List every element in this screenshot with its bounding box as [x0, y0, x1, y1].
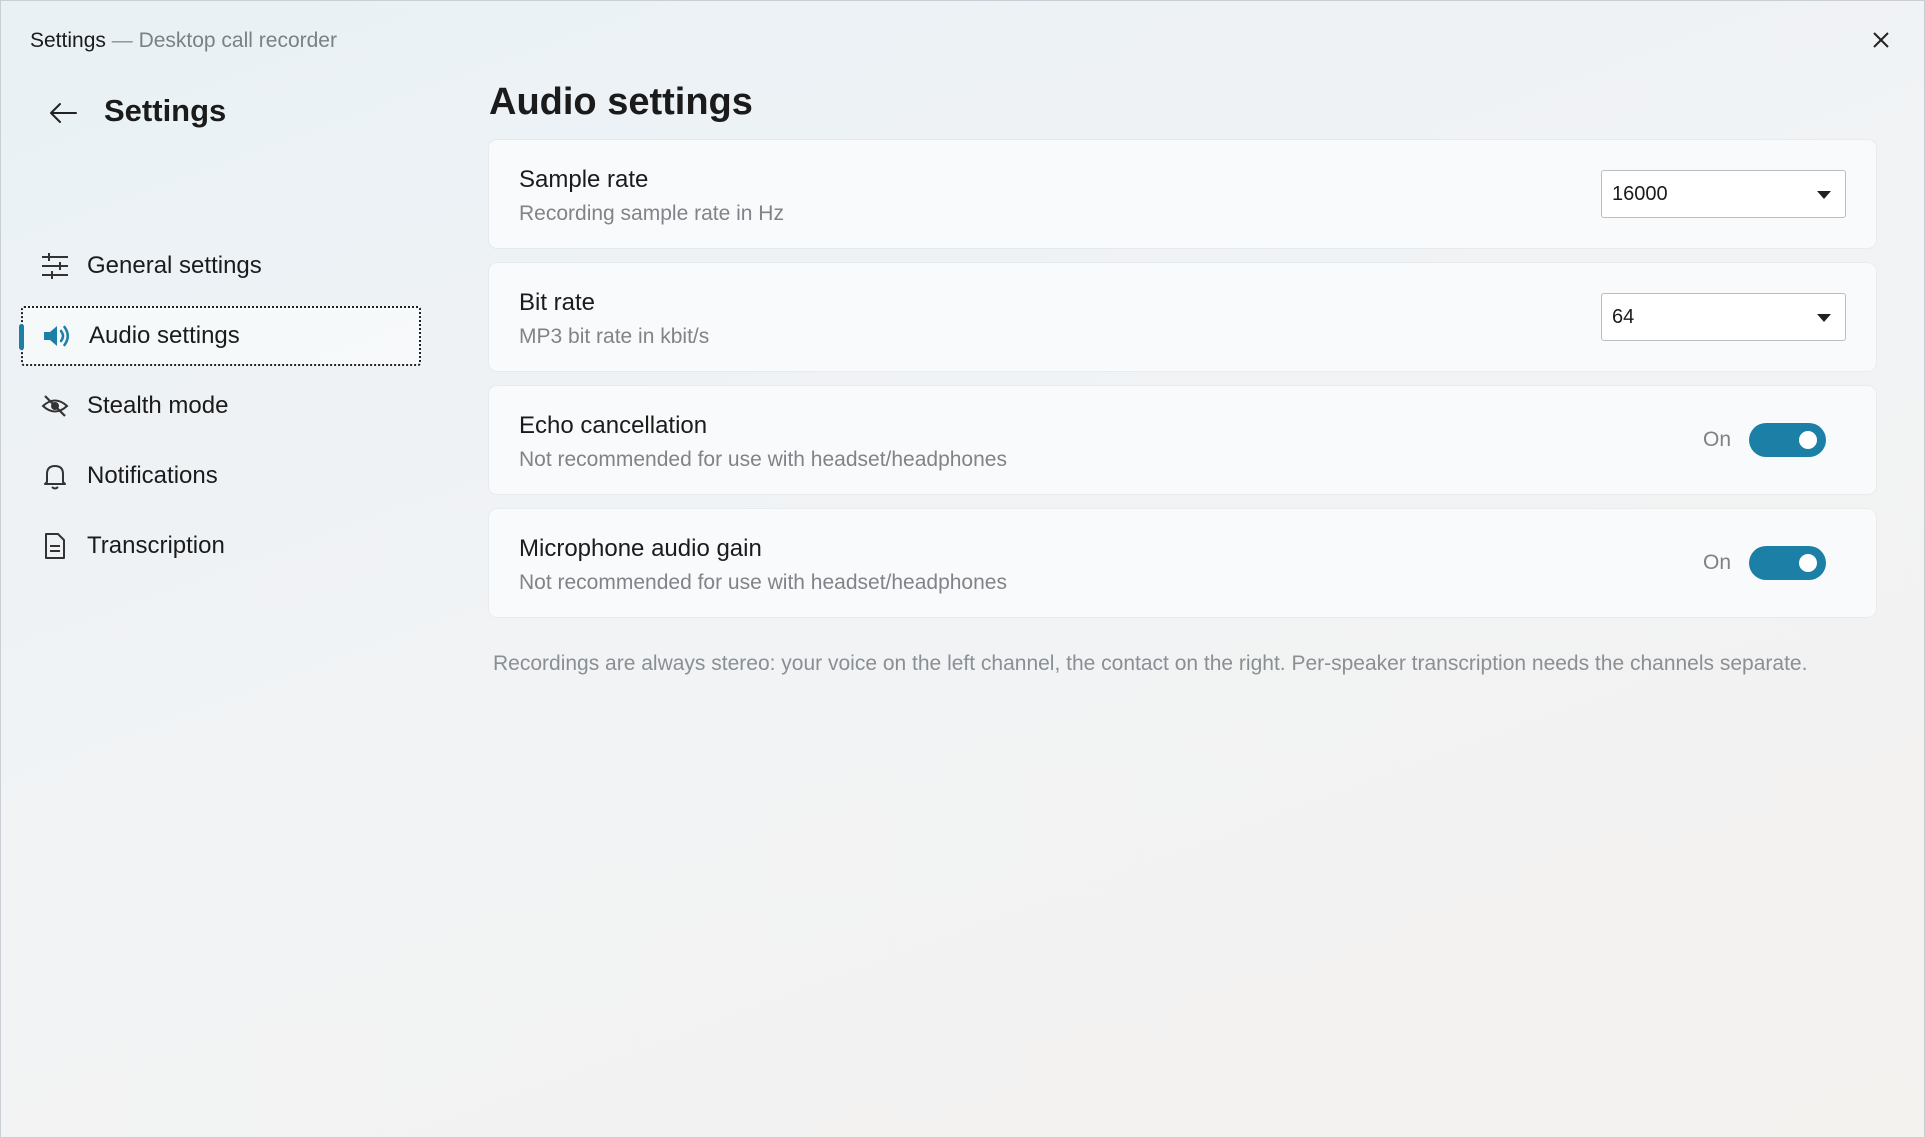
toggle-knob	[1799, 431, 1817, 449]
sample-rate-select[interactable]: 16000	[1601, 170, 1846, 218]
title-bar: Settings — Desktop call recorder	[1, 1, 1924, 81]
toggle-state-label: On	[1702, 551, 1731, 574]
sidebar-item-audio-settings[interactable]: Audio settings	[19, 306, 421, 366]
toggle-state-label: On	[1702, 428, 1731, 451]
setting-description: Not recommended for use with headset/hea…	[519, 571, 1007, 594]
toggle-knob	[1799, 554, 1817, 572]
sidebar-item-notifications[interactable]: Notifications	[21, 446, 421, 506]
speaker-icon	[41, 320, 73, 352]
sidebar-item-label: Transcription	[87, 532, 225, 559]
sidebar-title: Settings	[104, 93, 227, 128]
settings-window: Settings — Desktop call recorder Setting…	[0, 0, 1925, 1138]
sidebar-item-label: Notifications	[87, 462, 218, 489]
setting-description: MP3 bit rate in kbit/s	[519, 325, 710, 348]
close-button[interactable]	[1866, 25, 1896, 55]
setting-label: Sample rate	[519, 166, 649, 193]
select-value: 64	[1612, 305, 1635, 328]
setting-description: Recording sample rate in Hz	[519, 202, 784, 225]
close-icon	[1873, 32, 1889, 48]
sidebar-nav: General settings Audio settings Stealth …	[19, 236, 421, 586]
window-title-subtitle: Desktop call recorder	[138, 29, 337, 52]
sidebar-item-label: Stealth mode	[87, 392, 229, 419]
sidebar-item-label: General settings	[87, 252, 262, 279]
stereo-note: Recordings are always stereo: your voice…	[493, 652, 1808, 675]
bit-rate-select[interactable]: 64	[1601, 293, 1846, 341]
eye-off-icon	[39, 390, 71, 422]
setting-description: Not recommended for use with headset/hea…	[519, 448, 1007, 471]
bell-icon	[39, 460, 71, 492]
window-title-separator: —	[105, 29, 139, 52]
echo-cancellation-toggle[interactable]	[1749, 423, 1826, 457]
window-title: Settings — Desktop call recorder	[30, 29, 337, 53]
setting-card-microphone-gain: Microphone audio gain Not recommended fo…	[489, 509, 1876, 617]
arrow-left-icon	[50, 103, 77, 123]
setting-label: Microphone audio gain	[519, 535, 762, 562]
setting-card-sample-rate: Sample rate Recording sample rate in Hz …	[489, 140, 1876, 248]
chevron-down-icon	[1817, 314, 1831, 322]
sidebar-item-transcription[interactable]: Transcription	[21, 516, 421, 576]
setting-label: Echo cancellation	[519, 412, 708, 439]
page-title: Audio settings	[489, 81, 753, 123]
chevron-down-icon	[1817, 191, 1831, 199]
select-value: 16000	[1612, 182, 1668, 205]
sidebar-item-label: Audio settings	[89, 322, 240, 349]
back-button[interactable]	[43, 93, 83, 133]
sidebar-item-general-settings[interactable]: General settings	[21, 236, 421, 296]
setting-card-bit-rate: Bit rate MP3 bit rate in kbit/s 64	[489, 263, 1876, 371]
window-title-app: Settings	[30, 29, 106, 52]
document-icon	[39, 530, 71, 562]
sliders-icon	[39, 250, 71, 282]
setting-label: Bit rate	[519, 289, 596, 316]
setting-card-echo-cancellation: Echo cancellation Not recommended for us…	[489, 386, 1876, 494]
microphone-gain-toggle[interactable]	[1749, 546, 1826, 580]
sidebar-item-stealth-mode[interactable]: Stealth mode	[21, 376, 421, 436]
